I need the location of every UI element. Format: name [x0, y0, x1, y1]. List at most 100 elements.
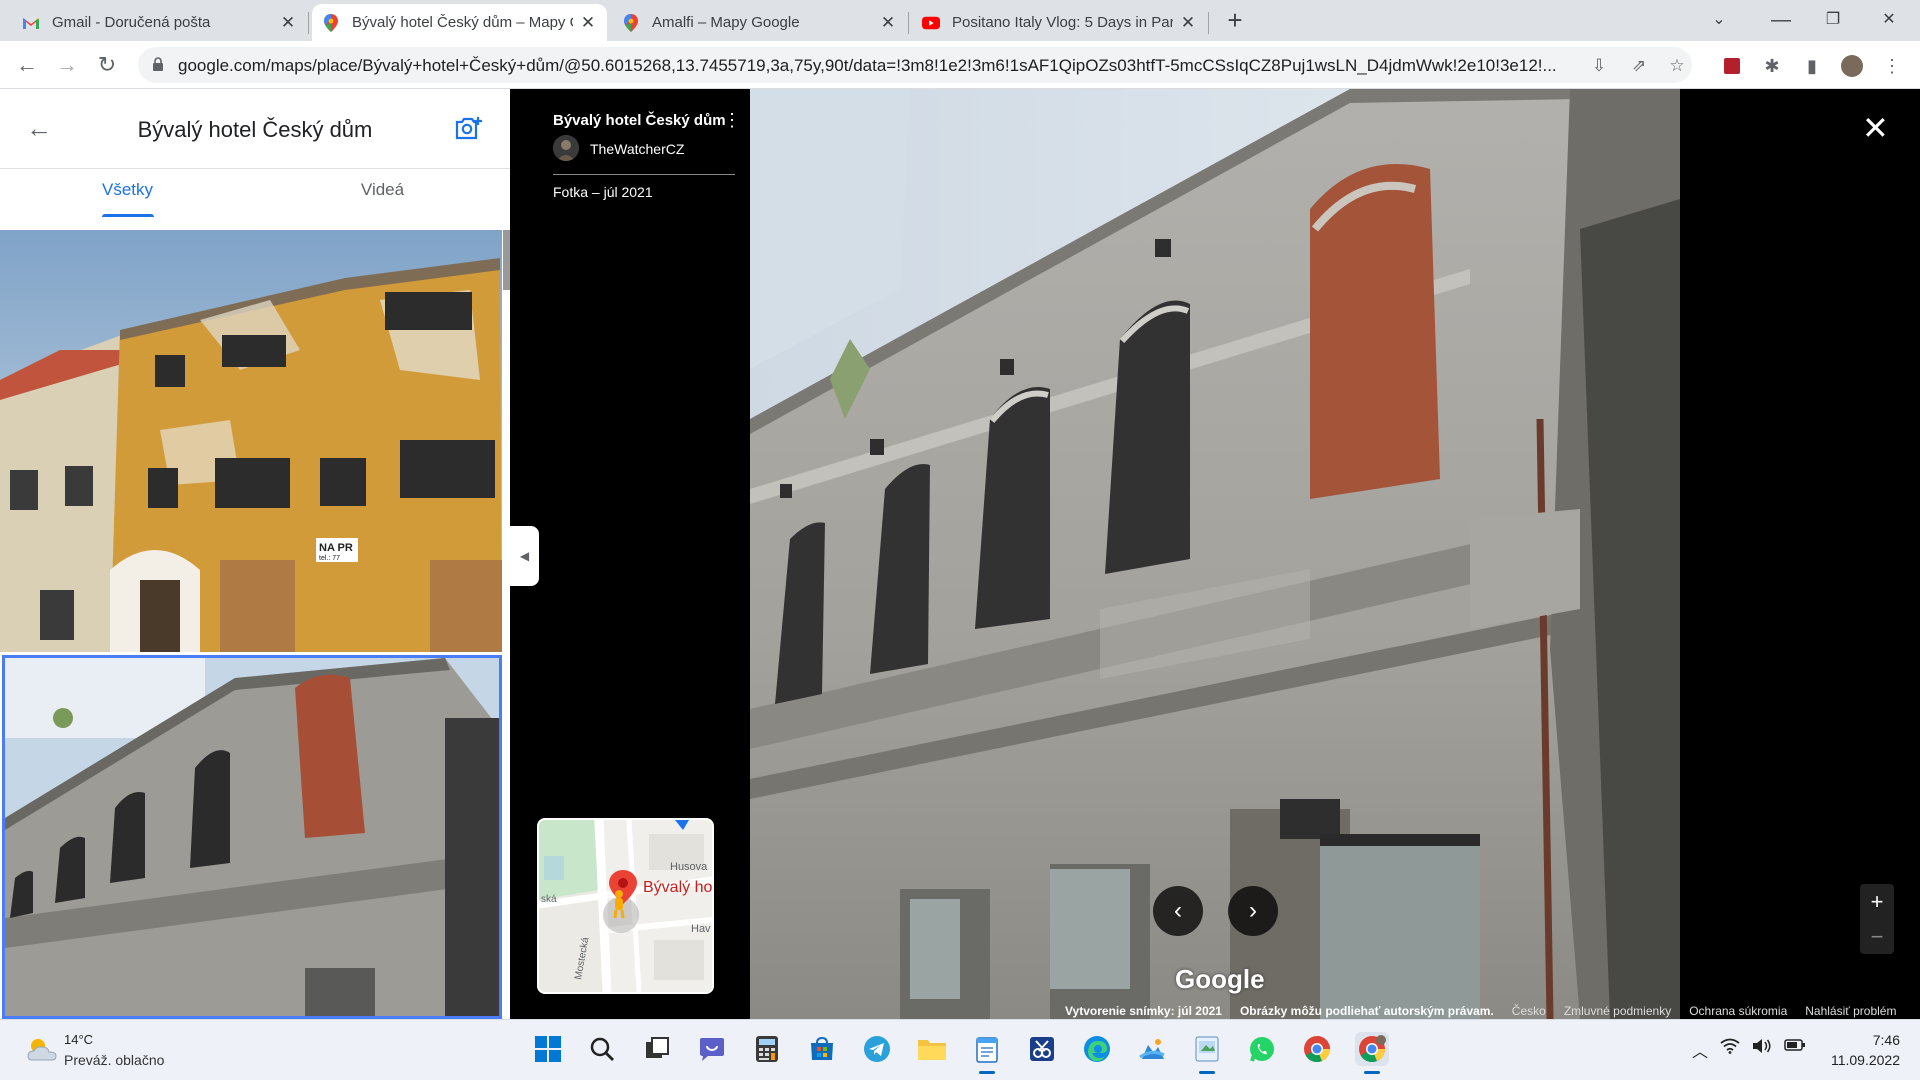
close-tab-icon[interactable]: ✕: [279, 13, 297, 33]
building-photo: NA PR tel.: 77: [0, 230, 502, 652]
reload-icon[interactable]: ↻: [93, 51, 121, 79]
more-options-icon[interactable]: ⋮: [723, 111, 741, 129]
clock[interactable]: 7:46 11.09.2022: [1820, 1030, 1900, 1070]
panel-scrollbar[interactable]: [503, 230, 510, 290]
gmail-icon: [22, 14, 40, 32]
minimap-canvas: Husova Bývalý ho ská Hav Mostecká: [539, 820, 712, 992]
chevron-up-icon[interactable]: ︿: [1692, 1038, 1708, 1062]
collapse-panel-button[interactable]: ◀: [510, 526, 539, 586]
tab-videos[interactable]: Videá: [255, 169, 510, 219]
tab-all[interactable]: Všetky: [0, 169, 255, 219]
tab-youtube[interactable]: Positano Italy Vlog: 5 Days in Par ✕: [912, 4, 1207, 41]
author-name[interactable]: TheWatcherCZ: [590, 141, 684, 157]
maps-pin-icon: [322, 13, 340, 32]
close-tab-icon[interactable]: ✕: [879, 13, 897, 33]
report-problem-link[interactable]: Nahlásiť problém: [1805, 1004, 1896, 1020]
next-photo-button[interactable]: ›: [1228, 886, 1278, 936]
photo-place-name[interactable]: Bývalý hotel Český dům: [553, 112, 726, 129]
minimize-button[interactable]: —: [1766, 6, 1796, 34]
extensions-puzzle-icon[interactable]: ✱: [1761, 55, 1783, 77]
zoom-out-button[interactable]: −: [1860, 919, 1894, 954]
capture-date: Vytvorenie snímky: júl 2021: [1065, 1004, 1222, 1018]
street-label: ská: [541, 894, 557, 905]
clock-date: 11.09.2022: [1830, 1052, 1900, 1068]
previous-photo-button[interactable]: ‹: [1153, 886, 1203, 936]
viewer-footer: Vytvorenie snímky: júl 2021 Obrázky môžu…: [1065, 1004, 1896, 1020]
calculator-icon[interactable]: [750, 1032, 784, 1066]
maps-pin-icon: [622, 13, 640, 32]
clock-time: 7:46: [1872, 1032, 1900, 1048]
place-label: Bývalý ho: [643, 879, 712, 896]
side-panel-icon[interactable]: ▮: [1801, 55, 1823, 77]
snipping-tool-icon[interactable]: [1025, 1032, 1059, 1066]
tab-divider: [308, 12, 309, 34]
photo-thumbnail-1[interactable]: NA PR tel.: 77: [0, 230, 502, 652]
notepad-icon[interactable]: [970, 1032, 1004, 1074]
edge-icon[interactable]: [1080, 1032, 1114, 1066]
extension-red-icon[interactable]: [1721, 55, 1743, 77]
address-bar[interactable]: google.com/maps/place/Bývalý+hotel+Český…: [138, 47, 1692, 83]
teams-chat-icon[interactable]: [695, 1032, 729, 1066]
photo-tabs: Všetky Videá: [0, 169, 510, 219]
privacy-link[interactable]: Ochrana súkromia: [1689, 1004, 1787, 1020]
forward-arrow-icon[interactable]: →: [53, 51, 81, 79]
battery-icon[interactable]: [1784, 1038, 1806, 1062]
chrome-icon[interactable]: [1300, 1032, 1334, 1066]
running-indicator: [979, 1071, 995, 1074]
paint-icon[interactable]: [1190, 1032, 1224, 1074]
building-facade-photo: [750, 89, 1680, 1019]
browser-menu-icon[interactable]: ⋮: [1881, 55, 1903, 77]
share-icon[interactable]: ⇗: [1629, 56, 1649, 76]
youtube-icon: [922, 14, 940, 32]
running-indicator: [1364, 1071, 1380, 1074]
tab-divider: [1208, 12, 1209, 34]
tab-gmail[interactable]: Gmail - Doručená pošta ✕: [12, 4, 307, 41]
weather-condition: Preváž. oblačno: [64, 1052, 165, 1068]
restore-button[interactable]: ❐: [1818, 6, 1848, 34]
cloudy-sun-icon: [27, 1039, 57, 1061]
profile-avatar[interactable]: [1841, 55, 1863, 77]
photos-app-icon[interactable]: [1135, 1032, 1169, 1066]
add-photo-camera-icon[interactable]: [454, 115, 484, 141]
new-tab-button[interactable]: +: [1222, 7, 1248, 34]
system-tray: ︿: [1692, 1038, 1806, 1062]
tab-title: Positano Italy Vlog: 5 Days in Par: [952, 14, 1173, 31]
terms-link[interactable]: Zmluvné podmienky: [1564, 1004, 1671, 1020]
start-windows-icon[interactable]: [531, 1032, 565, 1066]
tab-search-icon[interactable]: ⌄: [1704, 6, 1734, 34]
close-viewer-icon[interactable]: ✕: [1862, 112, 1889, 144]
photo-date: Fotka – júl 2021: [553, 184, 653, 200]
zoom-in-button[interactable]: +: [1860, 884, 1894, 919]
building-photo: [5, 658, 499, 1016]
telegram-icon[interactable]: [860, 1032, 894, 1066]
back-arrow-icon[interactable]: ←: [13, 51, 41, 79]
volume-icon[interactable]: [1752, 1038, 1772, 1062]
lock-icon: [153, 57, 163, 71]
install-app-icon[interactable]: ⇩: [1589, 56, 1609, 76]
chrome-profile-icon[interactable]: [1355, 1032, 1389, 1074]
temperature: 14°C: [64, 1032, 94, 1047]
bookmark-star-icon[interactable]: ☆: [1667, 56, 1687, 76]
close-tab-icon[interactable]: ✕: [579, 13, 597, 33]
tab-title: Amalfi – Mapy Google: [652, 14, 800, 31]
wifi-icon[interactable]: [1720, 1038, 1740, 1062]
photo-thumbnail-2-selected[interactable]: [2, 655, 502, 1019]
sign-text: NA PR: [319, 542, 353, 554]
close-window-button[interactable]: ✕: [1874, 6, 1904, 34]
country-link[interactable]: Česko: [1512, 1004, 1546, 1020]
task-view-icon[interactable]: [640, 1032, 674, 1066]
close-tab-icon[interactable]: ✕: [1179, 13, 1197, 33]
tab-divider: [908, 12, 909, 34]
tab-maps-amalfi[interactable]: Amalfi – Mapy Google ✕: [612, 4, 907, 41]
main-street-photo[interactable]: [750, 89, 1680, 1019]
minimap[interactable]: Husova Bývalý ho ská Hav Mostecká: [537, 818, 714, 994]
microsoft-store-icon[interactable]: [805, 1032, 839, 1066]
tab-maps-hotel[interactable]: Bývalý hotel Český dům – Mapy G ✕: [312, 4, 607, 41]
file-explorer-icon[interactable]: [915, 1032, 949, 1066]
street-label: Hav: [691, 923, 711, 935]
weather-widget[interactable]: 14°C Preváž. oblačno: [26, 1032, 176, 1072]
whatsapp-icon[interactable]: [1245, 1032, 1279, 1066]
author-avatar[interactable]: [553, 135, 579, 161]
search-icon[interactable]: [585, 1032, 619, 1066]
browser-toolbar: ← → ↻ google.com/maps/place/Bývalý+hotel…: [0, 41, 1920, 89]
